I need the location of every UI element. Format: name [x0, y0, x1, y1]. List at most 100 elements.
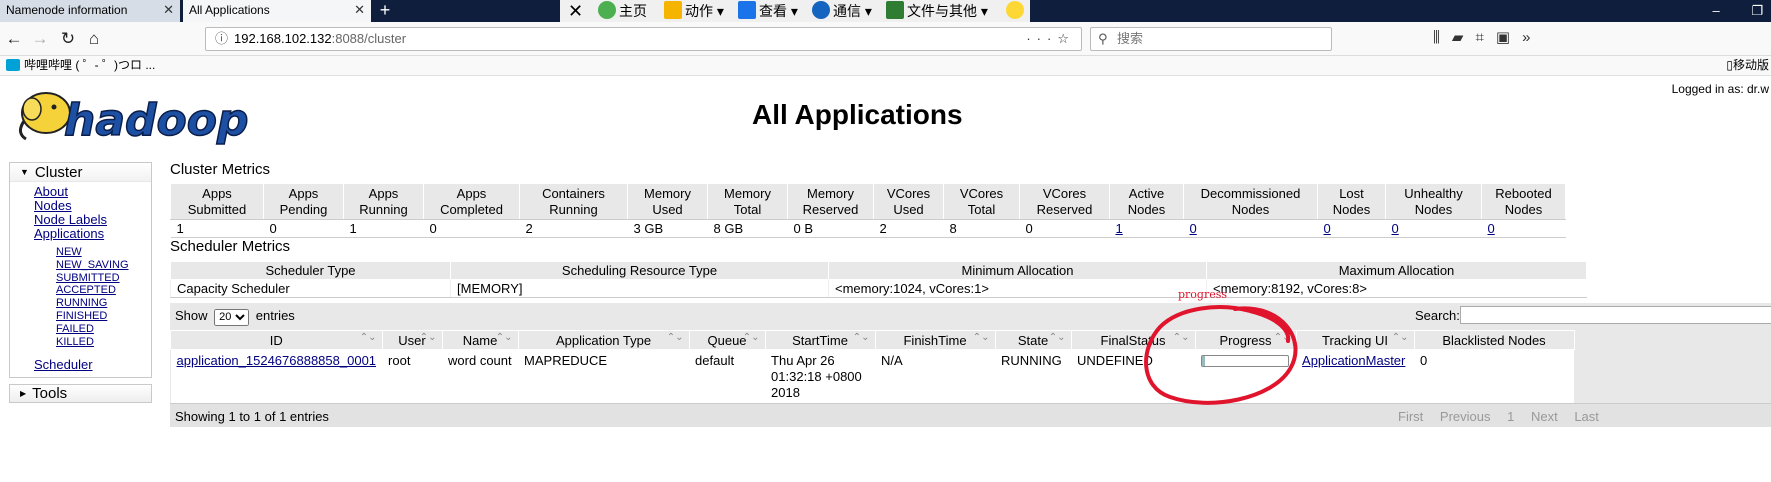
tab-namenode[interactable]: Namenode information ✕ — [0, 0, 180, 22]
overflow-icon[interactable]: » — [1522, 29, 1542, 46]
sidebar-item-new[interactable]: NEW — [56, 246, 151, 259]
first-button[interactable]: First — [1398, 409, 1423, 424]
col-finish-time[interactable]: FinishTime ⌃⌄ — [874, 330, 996, 350]
metric-header: VCores Total — [943, 183, 1020, 220]
sidebar-item-nodes[interactable]: Nodes — [34, 199, 151, 213]
col-queue[interactable]: Queue ⌃⌄ — [688, 330, 766, 350]
cell-start-time: Thu Apr 26 01:32:18 +0800 2018 — [765, 349, 876, 404]
ext-files-button[interactable]: 文件与其他 ▾ — [886, 0, 988, 22]
ext-home-button[interactable]: 主页 — [598, 0, 647, 22]
next-button[interactable]: Next — [1531, 409, 1558, 424]
page: Logged in as: dr.w hadoop All Applicatio… — [0, 77, 1771, 482]
sidebar-icon[interactable]: ▣ — [1496, 29, 1522, 46]
more-icon[interactable]: ··· — [1026, 31, 1057, 46]
entries-label: entries — [255, 308, 295, 323]
home-icon[interactable]: ⌂ — [82, 28, 106, 50]
state-link[interactable]: RUNNING — [56, 297, 107, 309]
col-id[interactable]: ID ⌃⌄ — [170, 330, 383, 350]
sidebar-item-running[interactable]: RUNNING — [56, 297, 151, 310]
metric-value: 0 — [263, 219, 344, 238]
sidebar-item-finished[interactable]: FINISHED — [56, 310, 151, 323]
state-link[interactable]: FINISHED — [56, 310, 107, 322]
col-tracking-ui[interactable]: Tracking UI ⌃⌄ — [1295, 330, 1415, 350]
applications-table: ID ⌃⌄ User ⌃⌄ Name ⌃⌄ Application Type ⌃⌄ Qu… — [170, 330, 1575, 404]
state-link[interactable]: NEW_SAVING — [56, 259, 129, 271]
hadoop-logo[interactable]: hadoop — [12, 83, 262, 151]
sort-icon: ⌃⌄ — [1048, 332, 1066, 343]
state-link[interactable]: FAILED — [56, 323, 94, 335]
tab-all-applications[interactable]: All Applications ✕ — [183, 0, 371, 22]
col-user[interactable]: User ⌃⌄ — [381, 330, 443, 350]
new-tab-icon[interactable]: + — [374, 0, 396, 22]
node-labels-link[interactable]: Node Labels — [34, 212, 107, 227]
application-id-link[interactable]: application_1524676888858_0001 — [177, 353, 377, 368]
metric-header-line: VCores — [1042, 185, 1087, 201]
metric-link[interactable]: 0 — [1324, 221, 1331, 236]
minimize-icon[interactable]: – — [1712, 3, 1719, 18]
forward-icon[interactable]: → — [28, 28, 52, 50]
col-start-time[interactable]: StartTime ⌃⌄ — [764, 330, 876, 350]
close-icon[interactable]: ✕ — [354, 0, 365, 20]
metric-value: 1 — [1109, 219, 1184, 238]
bookmark-star-icon[interactable]: ☆ — [1057, 31, 1075, 46]
reload-icon[interactable]: ↻ — [56, 28, 80, 50]
state-link[interactable]: ACCEPTED — [56, 284, 116, 296]
close-icon[interactable]: ✕ — [163, 0, 174, 20]
search-bar[interactable]: ⚲ 搜索 — [1090, 27, 1332, 51]
smiley-icon[interactable] — [1006, 0, 1027, 22]
previous-button[interactable]: Previous — [1440, 409, 1491, 424]
sidebar-item-about[interactable]: About — [34, 185, 151, 199]
metric-header-line: Submitted — [187, 201, 247, 217]
crop-icon[interactable]: ⌗ — [1475, 29, 1495, 46]
table-search-input[interactable] — [1460, 306, 1771, 324]
sidebar-item-new-saving[interactable]: NEW_SAVING — [56, 259, 151, 272]
nodes-link[interactable]: Nodes — [34, 198, 72, 213]
ext-comm-button[interactable]: 通信 ▾ — [812, 0, 872, 22]
state-link[interactable]: KILLED — [56, 336, 94, 348]
applications-link[interactable]: Applications — [34, 226, 104, 241]
state-link[interactable]: NEW — [56, 246, 82, 258]
metric-link[interactable]: 0 — [1488, 221, 1495, 236]
last-button[interactable]: Last — [1574, 409, 1599, 424]
sidebar-item-submitted[interactable]: SUBMITTED — [56, 272, 151, 285]
back-icon[interactable]: ← — [2, 28, 26, 50]
sidebar-item-applications[interactable]: Applications NEW NEW_SAVING SUBMITTED AC… — [34, 227, 151, 348]
close-icon[interactable]: ✕ — [568, 0, 583, 22]
about-link[interactable]: About — [34, 184, 68, 199]
ext-action-button[interactable]: 动作 ▾ — [664, 0, 724, 22]
scheduler-link[interactable]: Scheduler — [34, 357, 93, 372]
restore-icon[interactable]: ❐ — [1751, 3, 1763, 18]
state-link[interactable]: SUBMITTED — [56, 272, 120, 284]
sidebar-item-failed[interactable]: FAILED — [56, 323, 151, 336]
url-bar[interactable]: ⓘ 192.168.102.132:8088/cluster ···☆ — [205, 27, 1082, 51]
triangle-right-icon: ▶ — [20, 389, 27, 398]
info-icon[interactable]: ⓘ — [215, 28, 228, 50]
tools-section[interactable]: ▶ Tools — [9, 384, 152, 403]
ext-view-button[interactable]: 查看 ▾ — [738, 0, 798, 22]
min-allocation-value: <memory:1024, vCores:1> — [828, 279, 1207, 298]
metric-link[interactable]: 0 — [1392, 221, 1399, 236]
cell-app-type: MAPREDUCE — [518, 349, 690, 404]
show-label: Show — [175, 308, 208, 323]
metric-link[interactable]: 1 — [1116, 221, 1123, 236]
tracking-ui-link[interactable]: ApplicationMaster — [1302, 353, 1405, 368]
bookmark-bilibili[interactable]: 哔哩哔哩 ( ゜- ゜)つロ ... — [6, 56, 155, 75]
cell-queue: default — [689, 349, 766, 404]
col-blacklisted[interactable]: Blacklisted Nodes — [1413, 330, 1575, 350]
chat-icon[interactable]: ▰ — [1452, 29, 1476, 46]
metric-link[interactable]: 0 — [1190, 221, 1197, 236]
annotation-circle — [1144, 305, 1298, 405]
mobile-bookmarks[interactable]: ▯移动版 — [1726, 56, 1769, 75]
entries-select[interactable]: 20 — [214, 308, 250, 326]
col-state[interactable]: State ⌃⌄ — [994, 330, 1072, 350]
search-placeholder: 搜索 — [1117, 31, 1144, 46]
col-app-type[interactable]: Application Type ⌃⌄ — [517, 330, 690, 350]
page-1-button[interactable]: 1 — [1507, 409, 1514, 424]
sidebar-item-node-labels[interactable]: Node Labels — [34, 213, 151, 227]
sidebar-item-killed[interactable]: KILLED — [56, 336, 151, 349]
col-name[interactable]: Name ⌃⌄ — [441, 330, 519, 350]
metric-value: 0 — [1385, 219, 1482, 238]
cluster-header[interactable]: ▼ Cluster — [10, 163, 151, 182]
library-icon[interactable]: ⫼ — [1433, 29, 1452, 46]
sidebar-item-accepted[interactable]: ACCEPTED — [56, 284, 151, 297]
